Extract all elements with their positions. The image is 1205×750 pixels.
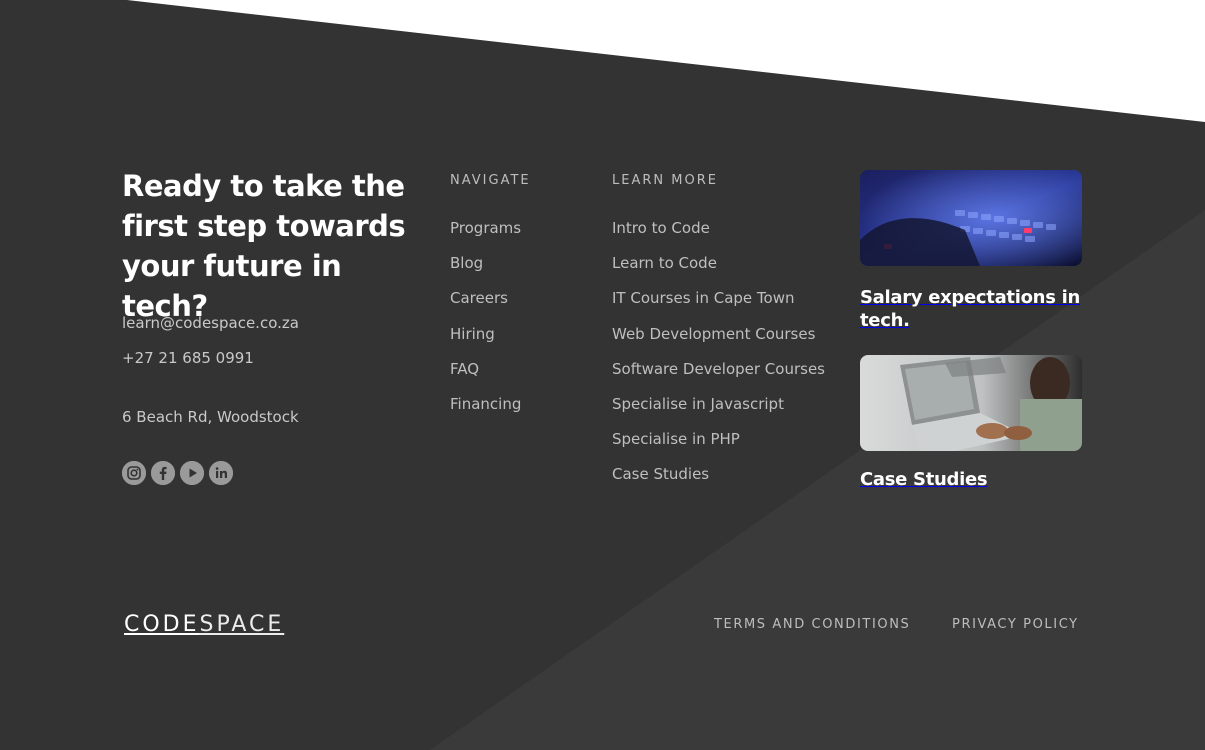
privacy-link[interactable]: PRIVACY POLICY: [952, 617, 1079, 632]
list-item: FAQ: [450, 359, 521, 394]
learn-link-case-studies[interactable]: Case Studies: [612, 465, 709, 483]
list-item: Case Studies: [612, 464, 825, 499]
terms-link[interactable]: TERMS AND CONDITIONS: [714, 617, 910, 632]
logo-light-part: SPACE: [199, 612, 285, 637]
nav-link-blog[interactable]: Blog: [450, 254, 483, 272]
card-title: Case Studies: [860, 469, 988, 490]
email-link[interactable]: learn@codespace.co.za: [122, 313, 299, 333]
list-item: Specialise in Javascript: [612, 394, 825, 429]
learn-link-php[interactable]: Specialise in PHP: [612, 430, 740, 448]
nav-link-financing[interactable]: Financing: [450, 395, 521, 413]
navigate-list: Programs Blog Careers Hiring FAQ Financi…: [450, 218, 521, 429]
nav-link-programs[interactable]: Programs: [450, 219, 521, 237]
list-item: Blog: [450, 253, 521, 288]
linkedin-link[interactable]: [209, 461, 233, 485]
laptop-image: [860, 355, 1082, 451]
cta-headline: Ready to take the first step towards you…: [122, 169, 406, 323]
learn-link-learn-to-code[interactable]: Learn to Code: [612, 254, 717, 272]
learn-link-javascript[interactable]: Specialise in Javascript: [612, 395, 784, 413]
facebook-icon: [151, 461, 175, 485]
list-item: Financing: [450, 394, 521, 429]
logo-bold-part: CODE: [124, 612, 200, 637]
linkedin-icon: [209, 461, 233, 485]
list-item: Careers: [450, 288, 521, 323]
list-item: Programs: [450, 218, 521, 253]
list-item: Software Developer Courses: [612, 359, 825, 394]
nav-link-hiring[interactable]: Hiring: [450, 325, 495, 343]
list-item: Hiring: [450, 324, 521, 359]
card-title: Salary expectations in tech.: [860, 287, 1080, 331]
list-item: IT Courses in Cape Town: [612, 288, 825, 323]
learn-more-heading: LEARN MORE: [612, 173, 718, 188]
article-card-case-studies[interactable]: Case Studies: [860, 355, 1082, 491]
article-card-salary[interactable]: Salary expectations in tech.: [860, 170, 1082, 332]
learn-more-list: Intro to Code Learn to Code IT Courses i…: [612, 218, 825, 500]
instagram-link[interactable]: [122, 461, 146, 485]
list-item: Web Development Courses: [612, 324, 825, 359]
facebook-link[interactable]: [151, 461, 175, 485]
keyboard-image: [860, 170, 1082, 266]
social-links: [122, 461, 233, 485]
youtube-link[interactable]: [180, 461, 204, 485]
learn-link-software-developer[interactable]: Software Developer Courses: [612, 360, 825, 378]
learn-link-intro-to-code[interactable]: Intro to Code: [612, 219, 710, 237]
learn-link-web-development[interactable]: Web Development Courses: [612, 325, 815, 343]
instagram-icon: [122, 461, 146, 485]
navigate-heading: NAVIGATE: [450, 173, 531, 188]
codespace-logo[interactable]: CODESPACE: [124, 612, 284, 637]
list-item: Intro to Code: [612, 218, 825, 253]
youtube-icon: [180, 461, 204, 485]
learn-link-it-courses[interactable]: IT Courses in Cape Town: [612, 289, 795, 307]
nav-link-faq[interactable]: FAQ: [450, 360, 479, 378]
nav-link-careers[interactable]: Careers: [450, 289, 508, 307]
list-item: Specialise in PHP: [612, 429, 825, 464]
address-text: 6 Beach Rd, Woodstock: [122, 408, 299, 426]
phone-link[interactable]: +27 21 685 0991: [122, 348, 254, 368]
list-item: Learn to Code: [612, 253, 825, 288]
